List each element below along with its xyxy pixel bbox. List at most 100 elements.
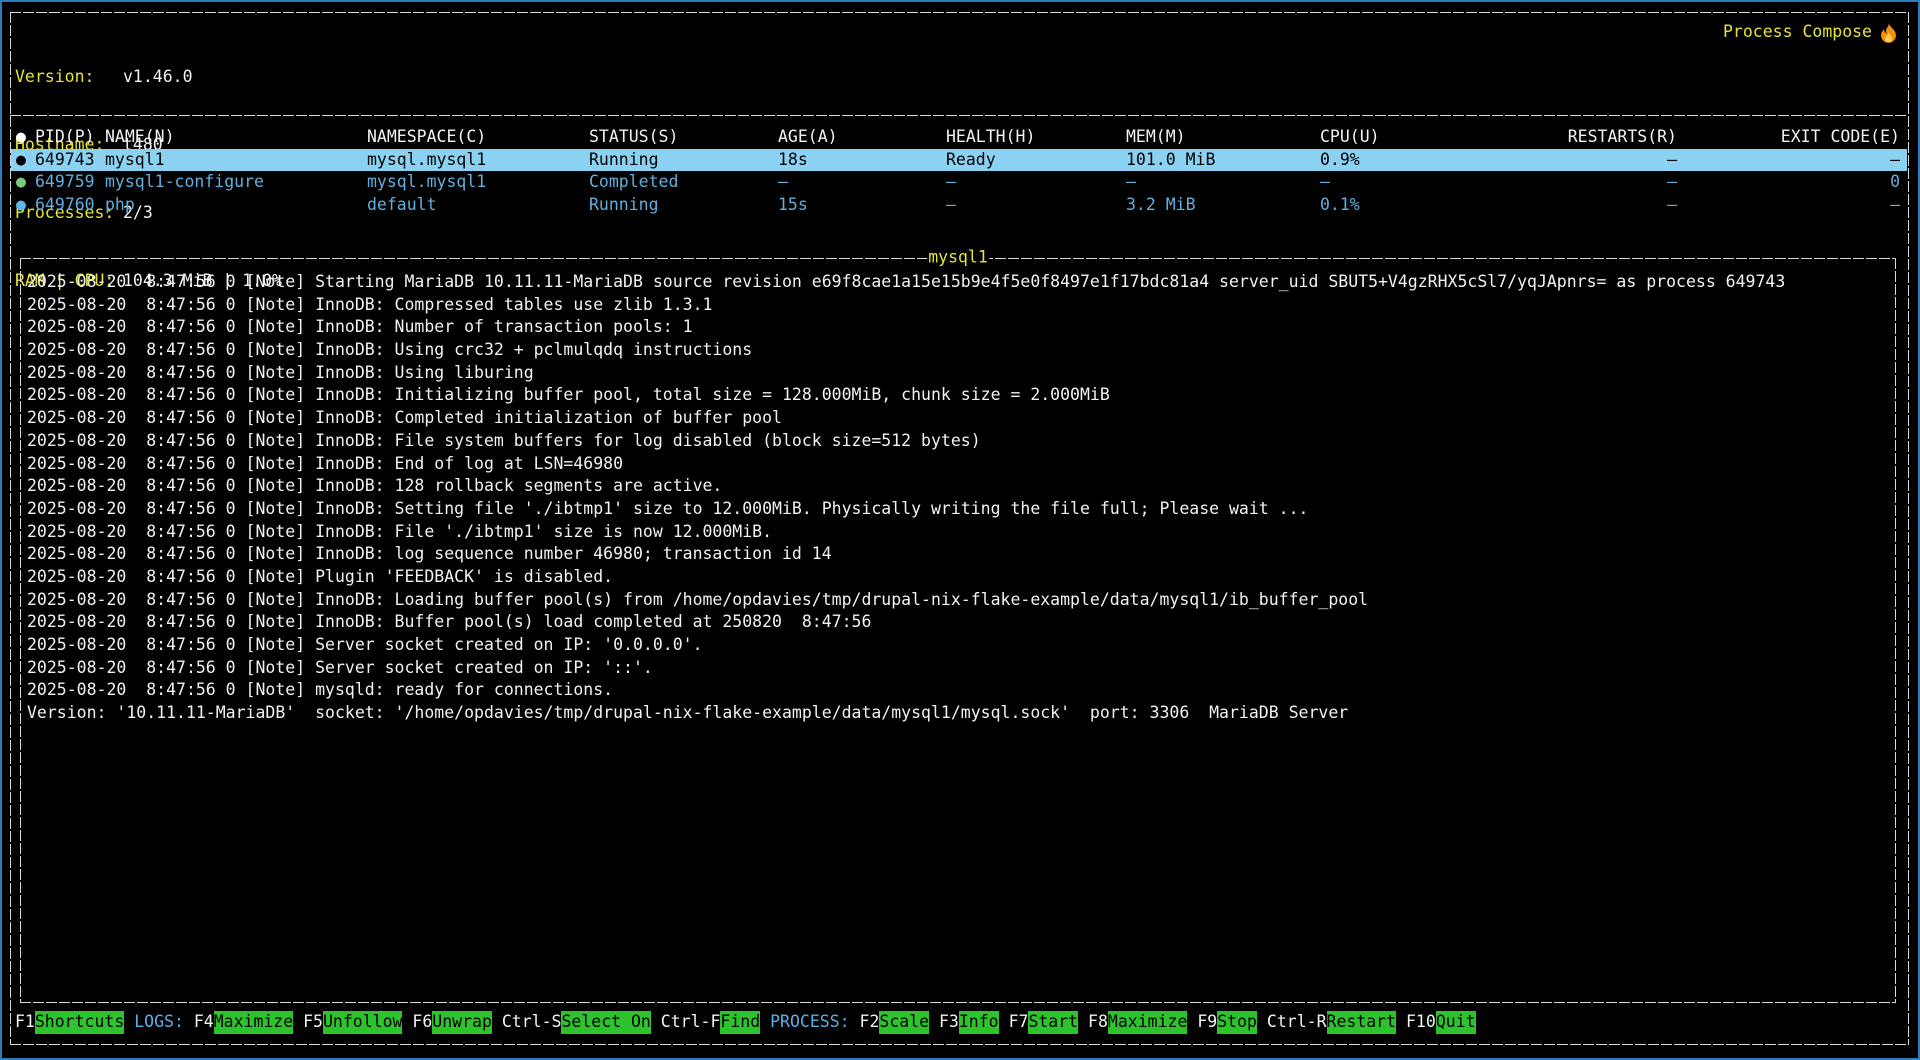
shortcut-quit-button[interactable]: Quit bbox=[1436, 1011, 1476, 1034]
column-header-exit-code[interactable]: EXIT CODE(E) bbox=[1677, 126, 1900, 149]
log-line: 2025-08-20 8:47:56 0 [Note] InnoDB: Sett… bbox=[27, 498, 1887, 521]
shortcut-key-ctrl-f: Ctrl-F bbox=[661, 1012, 721, 1031]
cell-cpu: 0.1% bbox=[1320, 194, 1360, 217]
cell-health: Ready bbox=[946, 149, 996, 172]
log-line: 2025-08-20 8:47:56 0 [Note] Plugin 'FEED… bbox=[27, 566, 1887, 589]
column-header-restarts[interactable]: RESTARTS(R) bbox=[1411, 126, 1677, 149]
column-header-pid[interactable]: PID(P) bbox=[35, 126, 95, 149]
shortcut-key-ctrl-r: Ctrl-R bbox=[1267, 1012, 1327, 1031]
process-row[interactable]: ● 649743 mysql1 mysql.mysql1 Running 18s… bbox=[11, 149, 1907, 172]
shortcut-maximize-button[interactable]: Maximize bbox=[214, 1011, 293, 1034]
shortcut-key-f4: F4 bbox=[194, 1012, 214, 1031]
process-row[interactable]: ● 649760 php default Running 15s – 3.2 M… bbox=[11, 194, 1907, 217]
column-header-status[interactable]: STATUS(S) bbox=[589, 126, 678, 149]
shortcut-key-f1: F1 bbox=[15, 1012, 35, 1031]
process-row[interactable]: ● 649759 mysql1-configure mysql.mysql1 C… bbox=[11, 171, 1907, 194]
column-header-mem[interactable]: MEM(M) bbox=[1126, 126, 1186, 149]
column-header-name[interactable]: NAME(N) bbox=[105, 126, 175, 149]
cell-namespace: mysql.mysql1 bbox=[367, 149, 486, 172]
cell-age: – bbox=[778, 171, 788, 194]
cell-pid: 649759 bbox=[35, 171, 95, 194]
process-status-bullet-icon: ● bbox=[16, 149, 30, 172]
shortcut-restart-button[interactable]: Restart bbox=[1327, 1011, 1397, 1034]
shortcut-select-on-button[interactable]: Select On bbox=[561, 1011, 650, 1034]
log-panel-border-right bbox=[1895, 258, 1896, 1003]
column-header-cpu[interactable]: CPU(U) bbox=[1320, 126, 1380, 149]
cell-status: Completed bbox=[589, 171, 678, 194]
cell-mem: 101.0 MiB bbox=[1126, 149, 1215, 172]
cell-cpu: 0.9% bbox=[1320, 149, 1360, 172]
log-line: 2025-08-20 8:47:56 0 [Note] InnoDB: Init… bbox=[27, 384, 1887, 407]
version-row: Version:v1.46.0 bbox=[15, 66, 282, 89]
cell-mem: 3.2 MiB bbox=[1126, 194, 1196, 217]
log-line: 2025-08-20 8:47:56 0 [Note] InnoDB: File… bbox=[27, 430, 1887, 453]
footer-section-process: PROCESS: bbox=[770, 1012, 849, 1031]
shortcut-unfollow-button[interactable]: Unfollow bbox=[323, 1011, 402, 1034]
shortcut-shortcuts-button[interactable]: Shortcuts bbox=[35, 1011, 124, 1034]
cell-restarts: – bbox=[1411, 194, 1677, 217]
frame-border-right bbox=[1908, 12, 1909, 1045]
cell-namespace: default bbox=[367, 194, 437, 217]
process-status-bullet-icon: ● bbox=[16, 194, 30, 217]
cell-status: Running bbox=[589, 149, 659, 172]
shortcut-key-f9: F9 bbox=[1197, 1012, 1217, 1031]
shortcut-key-f10: F10 bbox=[1406, 1012, 1436, 1031]
shortcut-key-ctrl-s: Ctrl-S bbox=[502, 1012, 562, 1031]
shortcut-info-button[interactable]: Info bbox=[959, 1011, 999, 1034]
shortcut-key-f2: F2 bbox=[860, 1012, 880, 1031]
shortcut-maximize-button[interactable]: Maximize bbox=[1108, 1011, 1187, 1034]
log-line: 2025-08-20 8:47:56 0 [Note] InnoDB: Numb… bbox=[27, 316, 1887, 339]
process-table: ● PID(P) NAME(N) NAMESPACE(C) STATUS(S) … bbox=[11, 126, 1907, 216]
log-line: 2025-08-20 8:47:56 0 [Note] InnoDB: Usin… bbox=[27, 339, 1887, 362]
frame-border-bottom bbox=[10, 1044, 1908, 1045]
log-line: 2025-08-20 8:47:56 0 [Note] InnoDB: Comp… bbox=[27, 407, 1887, 430]
shortcut-key-f3: F3 bbox=[939, 1012, 959, 1031]
cell-cpu: – bbox=[1320, 171, 1330, 194]
cell-restarts: – bbox=[1411, 149, 1677, 172]
cell-name: mysql1 bbox=[105, 149, 165, 172]
footer-section-logs: LOGS: bbox=[134, 1012, 184, 1031]
cell-health: – bbox=[946, 194, 956, 217]
frame-border-top bbox=[10, 12, 1908, 13]
log-panel[interactable]: 2025-08-20 8:47:56 0 [Note] Starting Mar… bbox=[27, 271, 1887, 725]
cell-mem: – bbox=[1126, 171, 1136, 194]
column-header-namespace[interactable]: NAMESPACE(C) bbox=[367, 126, 486, 149]
version-value: v1.46.0 bbox=[123, 67, 193, 86]
cell-name: mysql1-configure bbox=[105, 171, 264, 194]
app-title: Process Compose bbox=[1723, 21, 1898, 44]
column-header-age[interactable]: AGE(A) bbox=[778, 126, 838, 149]
log-line: 2025-08-20 8:47:56 0 [Note] InnoDB: Usin… bbox=[27, 362, 1887, 385]
header-separator bbox=[10, 115, 1908, 116]
app-title-text: Process Compose bbox=[1723, 21, 1872, 44]
log-line: Version: '10.11.11-MariaDB' socket: '/ho… bbox=[27, 702, 1887, 725]
log-line: 2025-08-20 8:47:56 0 [Note] InnoDB: Comp… bbox=[27, 294, 1887, 317]
column-header-health[interactable]: HEALTH(H) bbox=[946, 126, 1035, 149]
shortcut-start-button[interactable]: Start bbox=[1028, 1011, 1078, 1034]
shortcut-scale-button[interactable]: Scale bbox=[879, 1011, 929, 1034]
cell-exit-code: 0 bbox=[1677, 171, 1900, 194]
shortcut-unwrap-button[interactable]: Unwrap bbox=[432, 1011, 492, 1034]
header-bullet-icon: ● bbox=[16, 126, 30, 149]
shortcut-stop-button[interactable]: Stop bbox=[1217, 1011, 1257, 1034]
footer-shortcut-bar: F1Shortcuts LOGS: F4Maximize F5Unfollow … bbox=[15, 1011, 1476, 1034]
cell-age: 15s bbox=[778, 194, 808, 217]
shortcut-find-button[interactable]: Find bbox=[720, 1011, 760, 1034]
log-line: 2025-08-20 8:47:56 0 [Note] Server socke… bbox=[27, 634, 1887, 657]
shortcut-key-f7: F7 bbox=[1009, 1012, 1029, 1031]
cell-age: 18s bbox=[778, 149, 808, 172]
cell-pid: 649760 bbox=[35, 194, 95, 217]
log-line: 2025-08-20 8:47:56 0 [Note] InnoDB: End … bbox=[27, 453, 1887, 476]
shortcut-key-f6: F6 bbox=[412, 1012, 432, 1031]
cell-restarts: – bbox=[1411, 171, 1677, 194]
log-line: 2025-08-20 8:47:56 0 [Note] InnoDB: Buff… bbox=[27, 611, 1887, 634]
cell-namespace: mysql.mysql1 bbox=[367, 171, 486, 194]
cell-health: – bbox=[946, 171, 956, 194]
cell-status: Running bbox=[589, 194, 659, 217]
log-line: 2025-08-20 8:47:56 0 [Note] mysqld: read… bbox=[27, 679, 1887, 702]
version-label: Version: bbox=[15, 66, 123, 89]
table-header-row: ● PID(P) NAME(N) NAMESPACE(C) STATUS(S) … bbox=[11, 126, 1907, 149]
cell-name: php bbox=[105, 194, 135, 217]
cell-exit-code: – bbox=[1677, 194, 1900, 217]
log-line: 2025-08-20 8:47:56 0 [Note] InnoDB: File… bbox=[27, 521, 1887, 544]
log-line: 2025-08-20 8:47:56 0 [Note] InnoDB: Load… bbox=[27, 589, 1887, 612]
